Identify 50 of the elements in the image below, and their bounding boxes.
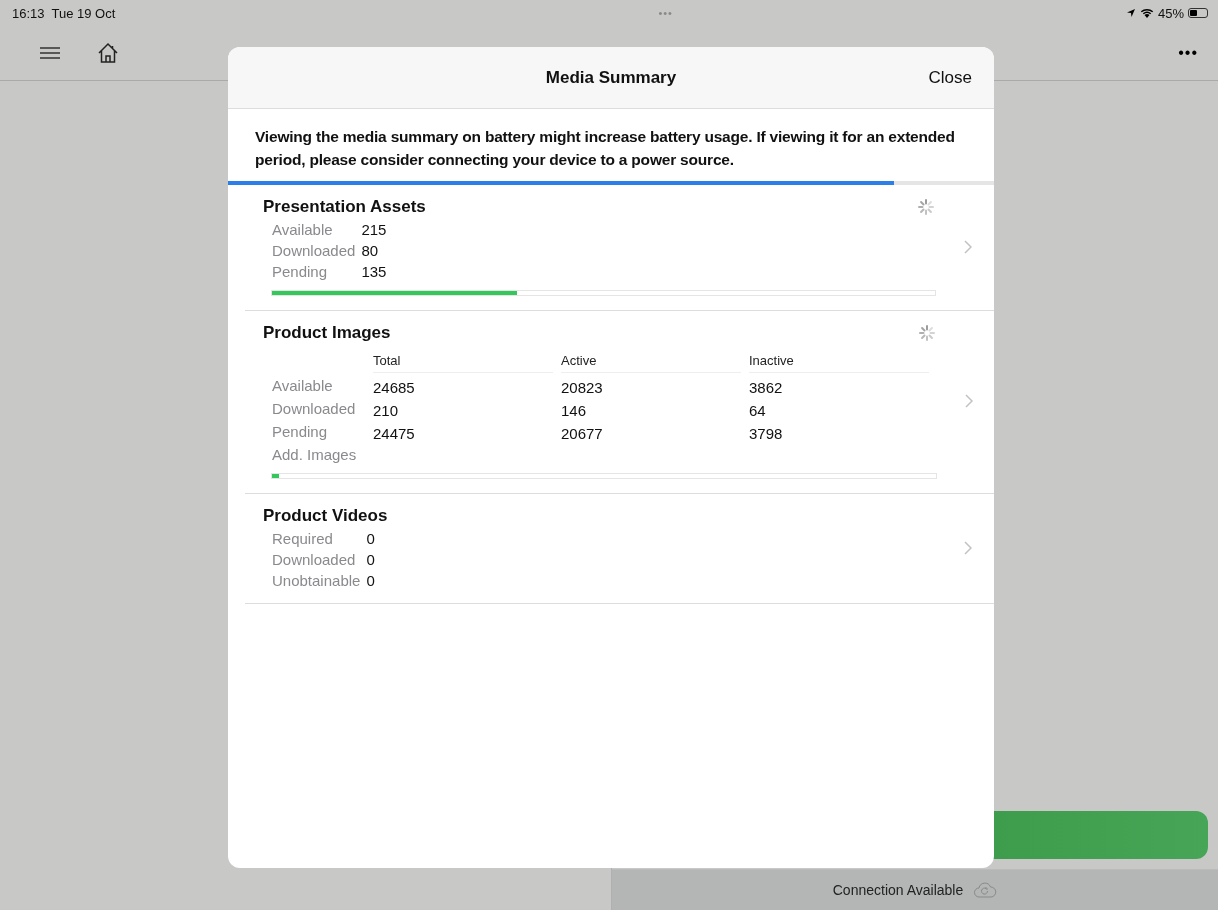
stat-value: 0 (366, 530, 376, 547)
stat-label: Add. Images (272, 446, 358, 463)
media-section-row[interactable]: Presentation Assets Available 215 Downloaded 80 Pending 135 (245, 185, 994, 311)
stat-label: Pending (272, 423, 329, 442)
stat-value: 24685 (373, 379, 415, 396)
section-title: Product Images (263, 323, 391, 343)
home-icon[interactable] (96, 41, 120, 65)
stat-value: 135 (361, 263, 388, 280)
wifi-icon (1139, 8, 1154, 18)
stat-label: Downloaded (272, 242, 356, 259)
stat-label: Available (272, 221, 334, 238)
stat-label: Available (272, 377, 334, 396)
column-header: Active (561, 353, 741, 373)
chevron-icon[interactable] (964, 540, 972, 555)
dialog-title: Media Summary (545, 67, 677, 88)
stat-value: 24475 (373, 425, 415, 442)
media-section-row[interactable]: Product Videos Required 0 Downloaded 0 Unobtainable 0 (245, 494, 994, 604)
stat-value: 215 (361, 221, 388, 238)
stat-value: 64 (749, 402, 766, 419)
column-header: Inactive (749, 353, 929, 373)
status-time: 16:13 Tue 19 Oct (12, 5, 116, 21)
stat-label: Pending (272, 263, 329, 280)
stat-label: Downloaded (272, 551, 357, 568)
stat-value: 80 (361, 242, 380, 259)
stat-value: 3862 (749, 379, 783, 396)
chevron-icon[interactable] (964, 239, 972, 254)
stat-value: 0 (366, 551, 376, 568)
stat-value: 146 (561, 402, 587, 419)
media-section-row[interactable]: Product Images Total Active Inactive Available 24685 20823 3862 Downloaded 210 146 64 Pending 24475 20677 3798 Add. Images (245, 311, 994, 494)
stat-value: 20677 (561, 425, 603, 442)
stat-value: 20823 (561, 379, 603, 396)
section-title: Presentation Assets (263, 197, 426, 217)
stat-label: Required (272, 530, 334, 547)
column-header: Total (373, 353, 553, 373)
cloud-sync-icon (973, 882, 998, 898)
section-title: Product Videos (263, 506, 388, 526)
close-button[interactable]: Close (928, 67, 972, 88)
battery-percent: 45% (1157, 5, 1184, 21)
stat-value: 0 (366, 572, 376, 589)
chevron-icon[interactable] (965, 394, 973, 408)
more-button[interactable]: ••• (1178, 44, 1198, 62)
location-icon (1125, 8, 1136, 18)
battery-warning: Viewing the media summary on battery might increase battery usage. If viewing it for an extended period, please consider connecting your device to a power source. (254, 127, 956, 170)
stat-value: 210 (373, 402, 399, 419)
stat-value: 3798 (749, 425, 783, 442)
stat-label: Downloaded (272, 400, 357, 419)
stat-label: Unobtainable (272, 572, 361, 589)
connection-status: Connection Available (832, 882, 964, 898)
menu-icon[interactable] (40, 47, 60, 59)
battery-icon (1188, 8, 1208, 18)
